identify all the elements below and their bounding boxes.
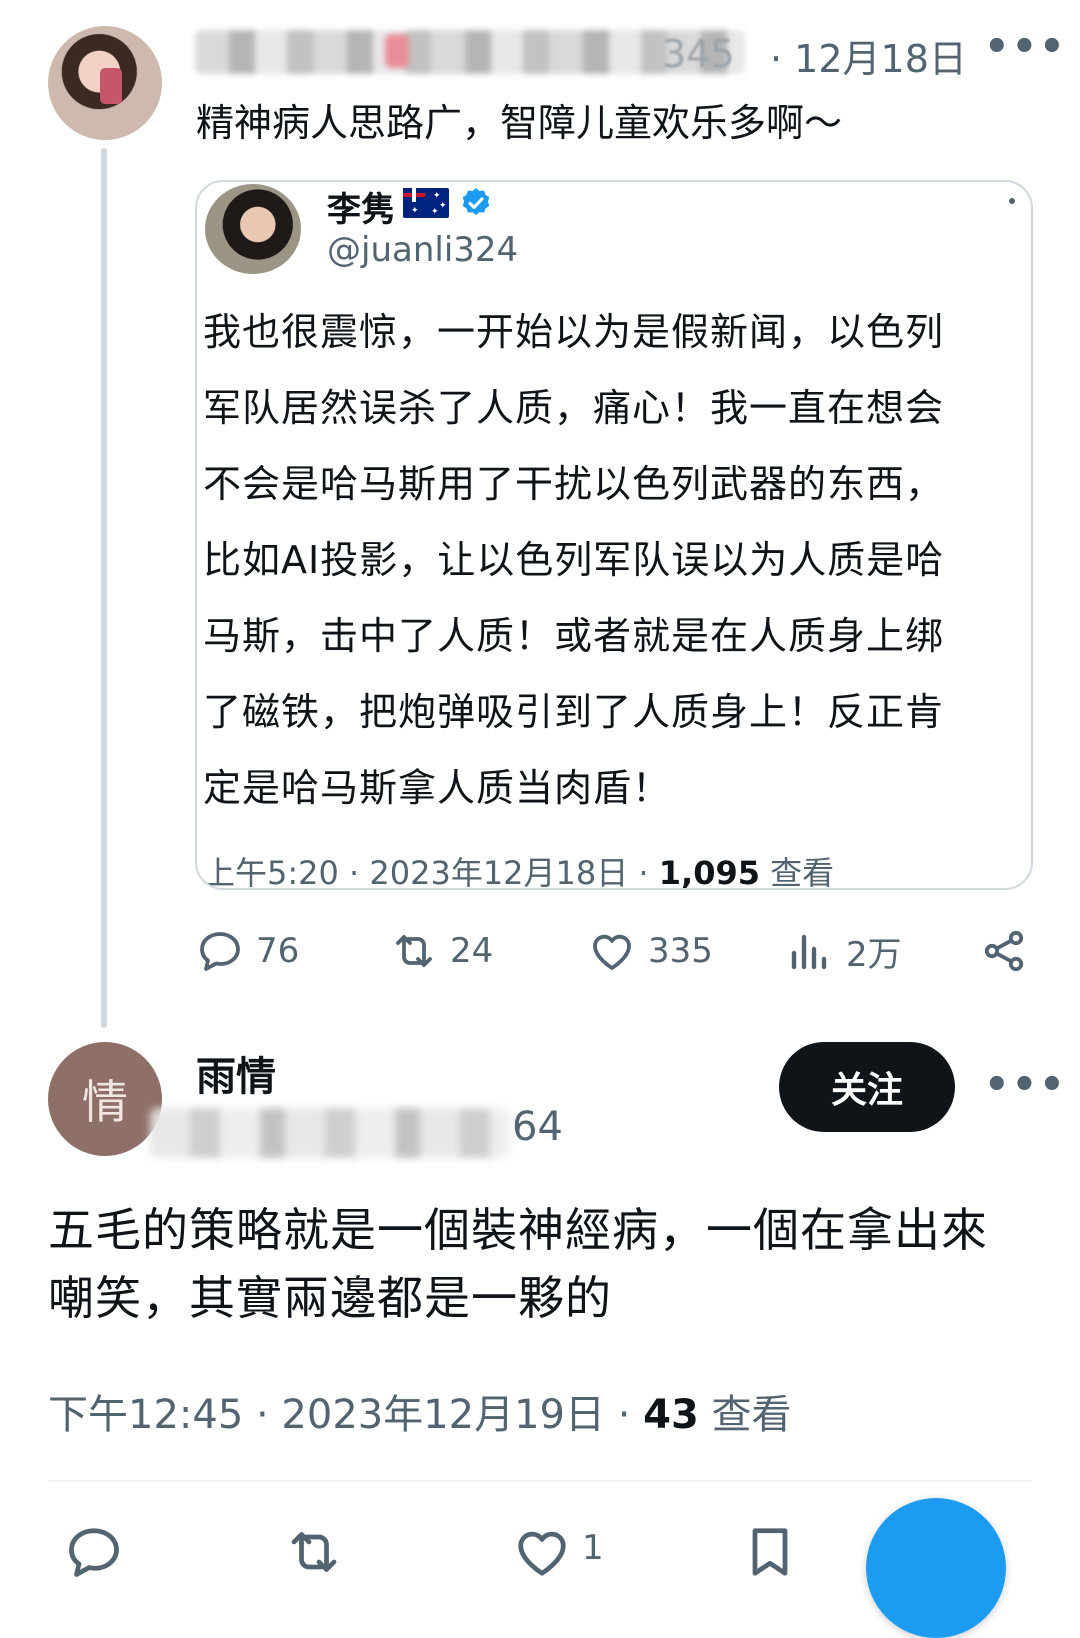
quoted-tweet-card[interactable]: 李隽 ✦ ✦ ✦ ✦ @juanli324 我也很震惊，一开始以为是假新闻，以色… [195,180,1033,890]
like-count: 1 [582,1528,604,1568]
avatar[interactable]: 情 [48,1042,162,1156]
quoted-text-line: 军队居然误杀了人质，痛心！我一直在想会 [203,386,945,430]
quoted-text-line: 马斯，击中了人质！或者就是在人质身上绑 [203,614,945,658]
avatar[interactable] [48,26,162,140]
compose-button[interactable] [866,1498,1006,1638]
bookmark-icon[interactable] [740,1522,800,1582]
tweet-text: 五毛的策略就是一個裝神經病，一個在拿出來 嘲笑，其實兩邊都是一夥的 [48,1196,988,1332]
divider [48,1480,1032,1482]
user-handle: 345 [662,32,735,76]
quoted-tweet-meta: 上午5:20 · 2023年12月18日 · 1,095 查看 [203,848,835,890]
quoted-timestamp: 上午5:20 · 2023年12月18日 · [203,854,659,890]
timestamp: 下午12:45 · 2023年12月19日 · [48,1392,644,1438]
quoted-text-line: 定是哈马斯拿人质当肉盾！ [203,766,672,810]
tweet-text-line: 嘲笑，其實兩邊都是一夥的 [48,1271,612,1325]
tweet-date[interactable]: · 12月18日 [770,28,967,83]
heart-icon [593,934,631,970]
retweet-count: 24 [450,931,494,971]
tweet-text: 精神病人思路广，智障儿童欢乐多啊～ [196,101,843,145]
tweet-text-line: 五毛的策略就是一個裝神經病，一個在拿出來 [48,1203,988,1257]
quoted-tweet-text: 我也很震惊，一开始以为是假新闻，以色列 军队居然误杀了人质，痛心！我一直在想会 … [203,294,1027,826]
quoted-view-count: 1,095 [658,854,760,890]
tweet-meta: 下午12:45 · 2023年12月19日 · 43 查看 [48,1382,792,1440]
verified-badge-icon [462,188,490,216]
blurred-user-handle [150,1108,510,1158]
more-options-icon[interactable]: ••• [984,1062,1067,1108]
user-name[interactable]: 雨情 [196,1044,276,1102]
quoted-views-label: 查看 [760,854,835,890]
views-label: 查看 [698,1392,792,1438]
views-button[interactable]: 2万 [786,926,902,976]
quoted-user-handle: @juanli324 [327,230,519,270]
thread-line [101,148,107,1028]
retweet-icon [396,935,432,967]
australia-flag-icon: ✦ ✦ ✦ ✦ [403,188,449,218]
quoted-user-name: 李隽 [327,190,395,230]
quoted-text-line: 我也很震惊，一开始以为是假新闻，以色列 [203,310,945,354]
view-count: 2万 [846,934,902,975]
heart-icon[interactable] [512,1522,572,1582]
like-count: 335 [648,931,713,971]
reply-button[interactable]: 76 [196,926,299,976]
reply-icon [200,932,240,971]
user-handle: 64 [512,1104,563,1150]
quoted-text-line: 不会是哈马斯用了干扰以色列武器的东西， [203,462,945,506]
share-button[interactable] [980,926,1040,976]
quoted-text-line: 比如AI投影，让以色列军队误以为人质是哈 [203,538,945,582]
quoted-text-line: 了磁铁，把炮弹吸引到了人质身上！反正肯 [203,690,945,734]
reply-count: 76 [256,931,300,971]
share-icon [984,930,1024,972]
more-options-icon[interactable]: ••• [984,24,1067,70]
view-count: 43 [643,1392,699,1438]
retweet-button[interactable]: 24 [390,926,493,976]
analytics-icon [791,934,827,970]
corner-dot [1009,198,1015,204]
follow-button[interactable]: 关注 [779,1042,955,1132]
reply-icon[interactable] [64,1522,124,1582]
retweet-icon[interactable] [284,1522,344,1582]
quoted-avatar [205,184,301,274]
like-button[interactable]: 335 [588,926,713,976]
